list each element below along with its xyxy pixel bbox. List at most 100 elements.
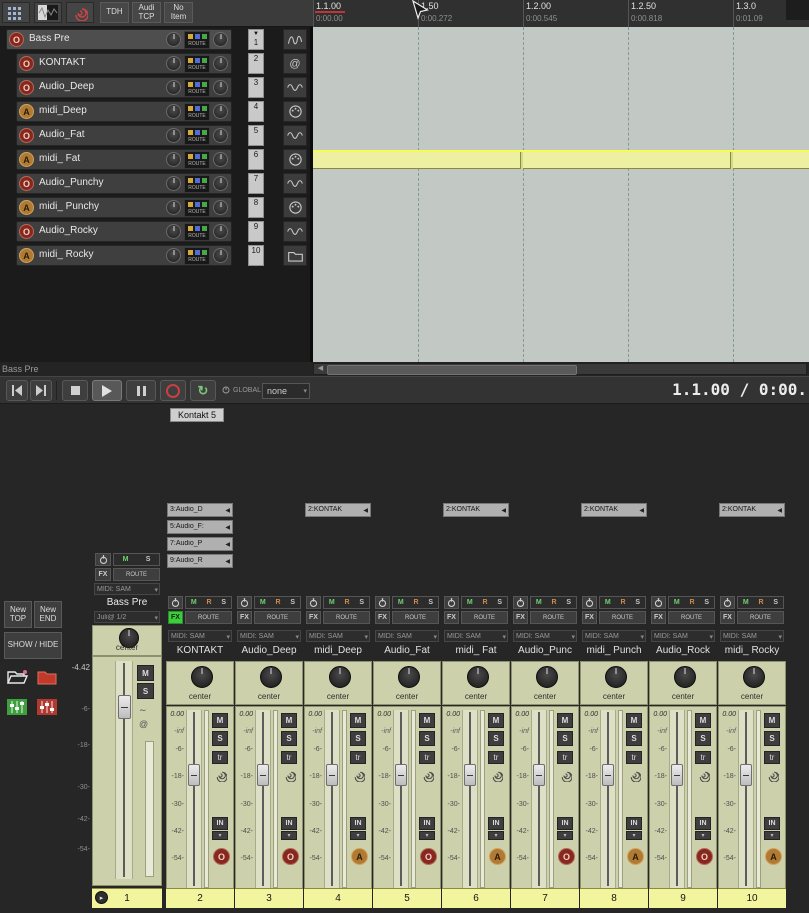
strip-name[interactable]: Audio_Fat	[374, 645, 440, 658]
volume-knob[interactable]	[166, 248, 181, 263]
pan-knob[interactable]	[260, 666, 282, 688]
strip-power-button[interactable]	[237, 596, 252, 609]
input-button[interactable]: IN	[557, 817, 573, 830]
volume-knob[interactable]	[166, 224, 181, 239]
solo-indicator[interactable]: S	[635, 599, 640, 606]
track-type-icon-box[interactable]: @	[283, 125, 307, 146]
input-button[interactable]: IN	[212, 817, 228, 830]
volume-knob[interactable]	[166, 176, 181, 191]
solo-button[interactable]: S	[212, 731, 228, 746]
track-name-box[interactable]: O KONTAKT ROUTE	[16, 53, 232, 74]
volume-knob[interactable]	[166, 128, 181, 143]
record-arm-button[interactable]: O	[19, 128, 34, 143]
route-button[interactable]: ROUTE	[184, 31, 210, 49]
mixer-green-icon[interactable]	[4, 696, 30, 718]
mute-indicator[interactable]: M	[674, 599, 680, 606]
input-arrow-icon[interactable]: ▾	[764, 831, 780, 840]
strip-name[interactable]: Audio_Punc	[512, 645, 578, 658]
strip-name[interactable]: Audio_Rock	[650, 645, 716, 658]
track-name-box[interactable]: O Audio_Rocky ROUTE	[16, 221, 232, 242]
input-dropdown[interactable]: MIDI: SAM ▾	[582, 630, 646, 642]
route-button[interactable]: ROUTE	[392, 611, 439, 624]
strip-mrs-indicators[interactable]: M R S	[530, 596, 577, 609]
send-slot[interactable]: 2:KONTAK ◀	[581, 503, 647, 517]
input-button[interactable]: IN	[626, 817, 642, 830]
mute-button[interactable]: M	[626, 713, 642, 728]
route-button[interactable]: ROUTE	[737, 611, 784, 624]
mute-indicator[interactable]: M	[191, 599, 197, 606]
toolbar-button[interactable]: Audi TCP	[132, 2, 161, 23]
strip-name[interactable]: midi_ Fat	[443, 645, 509, 658]
pan-knob[interactable]	[213, 248, 228, 263]
master-collapse-icon[interactable]: ▸	[95, 891, 108, 904]
track-number-cell[interactable]: ▼ 6	[248, 149, 264, 170]
solo-indicator[interactable]: S	[290, 599, 295, 606]
open-folder-icon[interactable]	[4, 666, 30, 688]
track-row[interactable]: A midi_ Punchy ROUTE ▼ 8	[0, 197, 310, 221]
solo-button[interactable]: S	[695, 731, 711, 746]
mute-indicator[interactable]: M	[123, 556, 129, 563]
track-number-cell[interactable]: ▼ 5	[248, 125, 264, 146]
volume-knob[interactable]	[166, 32, 181, 47]
solo-button[interactable]: S	[626, 731, 642, 746]
fx-button[interactable]: FX	[720, 611, 735, 624]
track-type-icon-box[interactable]: @	[283, 197, 307, 218]
repeat-button[interactable]: ↻	[190, 380, 216, 401]
route-button[interactable]: ROUTE	[254, 611, 301, 624]
grid-tool-icon[interactable]	[2, 2, 30, 23]
trim-button[interactable]: tr	[281, 751, 297, 764]
fx-button[interactable]: FX	[375, 611, 390, 624]
env-spiral-icon[interactable]	[212, 767, 228, 783]
route-button[interactable]: ROUTE	[184, 223, 210, 241]
pan-knob[interactable]	[329, 666, 351, 688]
mute-indicator[interactable]: M	[743, 599, 749, 606]
strip-name[interactable]: KONTAKT	[167, 645, 233, 658]
mute-indicator[interactable]: M	[260, 599, 266, 606]
go-to-end-button[interactable]	[30, 380, 52, 401]
input-button[interactable]: IN	[488, 817, 504, 830]
input-arrow-icon[interactable]: ▾	[419, 831, 435, 840]
mute-indicator[interactable]: M	[605, 599, 611, 606]
envelope-icon[interactable]: ∼	[139, 705, 147, 716]
env-spiral-icon[interactable]	[626, 767, 642, 783]
input-button[interactable]: IN	[695, 817, 711, 830]
record-button[interactable]	[160, 380, 186, 401]
solo-button[interactable]: S	[488, 731, 504, 746]
strip-mrs-indicators[interactable]: M R S	[254, 596, 301, 609]
track-type-icon-box[interactable]: @	[283, 221, 307, 242]
route-button[interactable]: ROUTE	[185, 611, 232, 624]
fx-button[interactable]: FX	[444, 611, 459, 624]
pan-knob[interactable]	[536, 666, 558, 688]
fader-handle[interactable]	[395, 764, 407, 786]
strip-power-button[interactable]	[375, 596, 390, 609]
mixer-red-icon[interactable]	[34, 696, 60, 718]
input-dropdown[interactable]: MIDI: SAM ▾	[168, 630, 232, 642]
track-type-icon-box[interactable]: @	[283, 101, 307, 122]
media-item[interactable]	[313, 150, 809, 169]
record-indicator[interactable]: R	[552, 599, 557, 606]
modulation-icon[interactable]: @	[139, 719, 148, 729]
record-arm-button[interactable]: A	[351, 848, 368, 865]
scroll-left-arrow-icon[interactable]: ◀	[315, 364, 326, 374]
mute-button[interactable]: M	[281, 713, 297, 728]
track-name-box[interactable]: A midi_ Rocky ROUTE	[16, 245, 232, 266]
strip-power-button[interactable]	[168, 596, 183, 609]
input-dropdown[interactable]: MIDI: SAM ▾	[306, 630, 370, 642]
fx-button[interactable]: FX	[513, 611, 528, 624]
collapse-arrow-icon[interactable]: ▼	[249, 30, 263, 38]
track-number-cell[interactable]: ▼ 10	[248, 245, 264, 266]
mute-button[interactable]: M	[764, 713, 780, 728]
fader-track[interactable]	[462, 710, 478, 888]
trim-button[interactable]: tr	[419, 751, 435, 764]
input-arrow-icon[interactable]: ▾	[488, 831, 504, 840]
track-row[interactable]: A midi_ Fat ROUTE ▼ 6	[0, 149, 310, 173]
track-type-icon-box[interactable]: @	[283, 29, 307, 50]
fx-button[interactable]: FX	[306, 611, 321, 624]
send-slot[interactable]: 2:KONTAK ◀	[443, 503, 509, 517]
mute-button[interactable]: M	[212, 713, 228, 728]
input-arrow-icon[interactable]: ▾	[557, 831, 573, 840]
record-indicator[interactable]: R	[690, 599, 695, 606]
record-arm-button[interactable]: O	[19, 176, 34, 191]
strip-power-button[interactable]	[444, 596, 459, 609]
strip-power-button[interactable]	[651, 596, 666, 609]
